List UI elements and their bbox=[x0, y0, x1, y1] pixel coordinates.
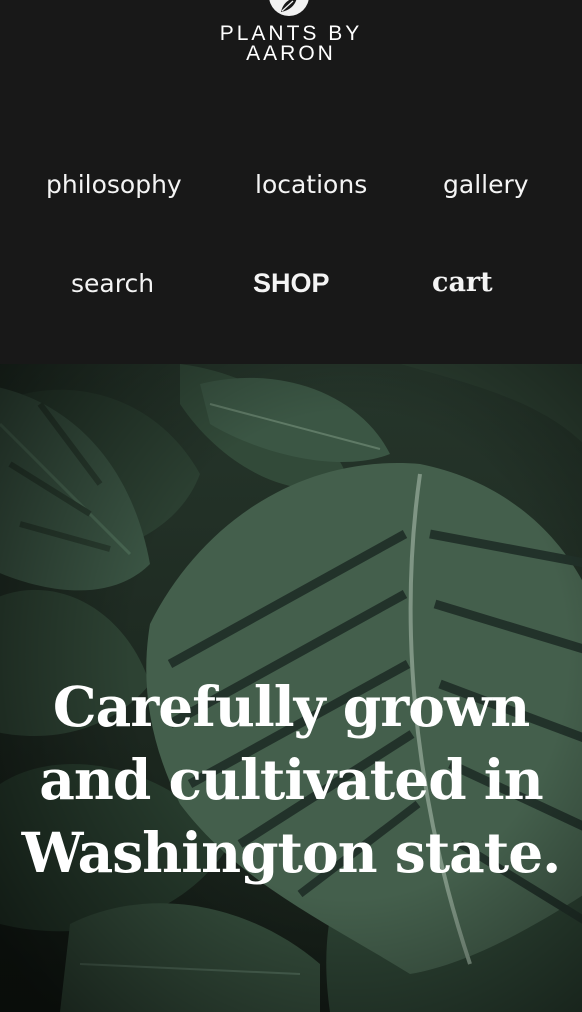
nav-philosophy-link[interactable]: philosophy bbox=[46, 172, 182, 197]
brand-name-line1: PLANTS BY bbox=[219, 22, 363, 45]
hero-heading: Carefully grown and cultivated in Washin… bbox=[21, 674, 562, 885]
brand-name-line2: AARON bbox=[246, 42, 336, 65]
nav-gallery-link[interactable]: gallery bbox=[443, 172, 529, 197]
nav-search-link[interactable]: search bbox=[71, 271, 154, 296]
leaf-icon bbox=[269, 0, 309, 16]
nav-cart-link[interactable]: cart bbox=[432, 269, 493, 296]
nav-shop-link[interactable]: SHOP bbox=[253, 270, 330, 297]
site-header: PLANTS BY AARON philosophy locations gal… bbox=[0, 0, 582, 364]
nav-locations-link[interactable]: locations bbox=[255, 172, 367, 197]
hero-banner: Carefully grown and cultivated in Washin… bbox=[0, 364, 582, 1012]
